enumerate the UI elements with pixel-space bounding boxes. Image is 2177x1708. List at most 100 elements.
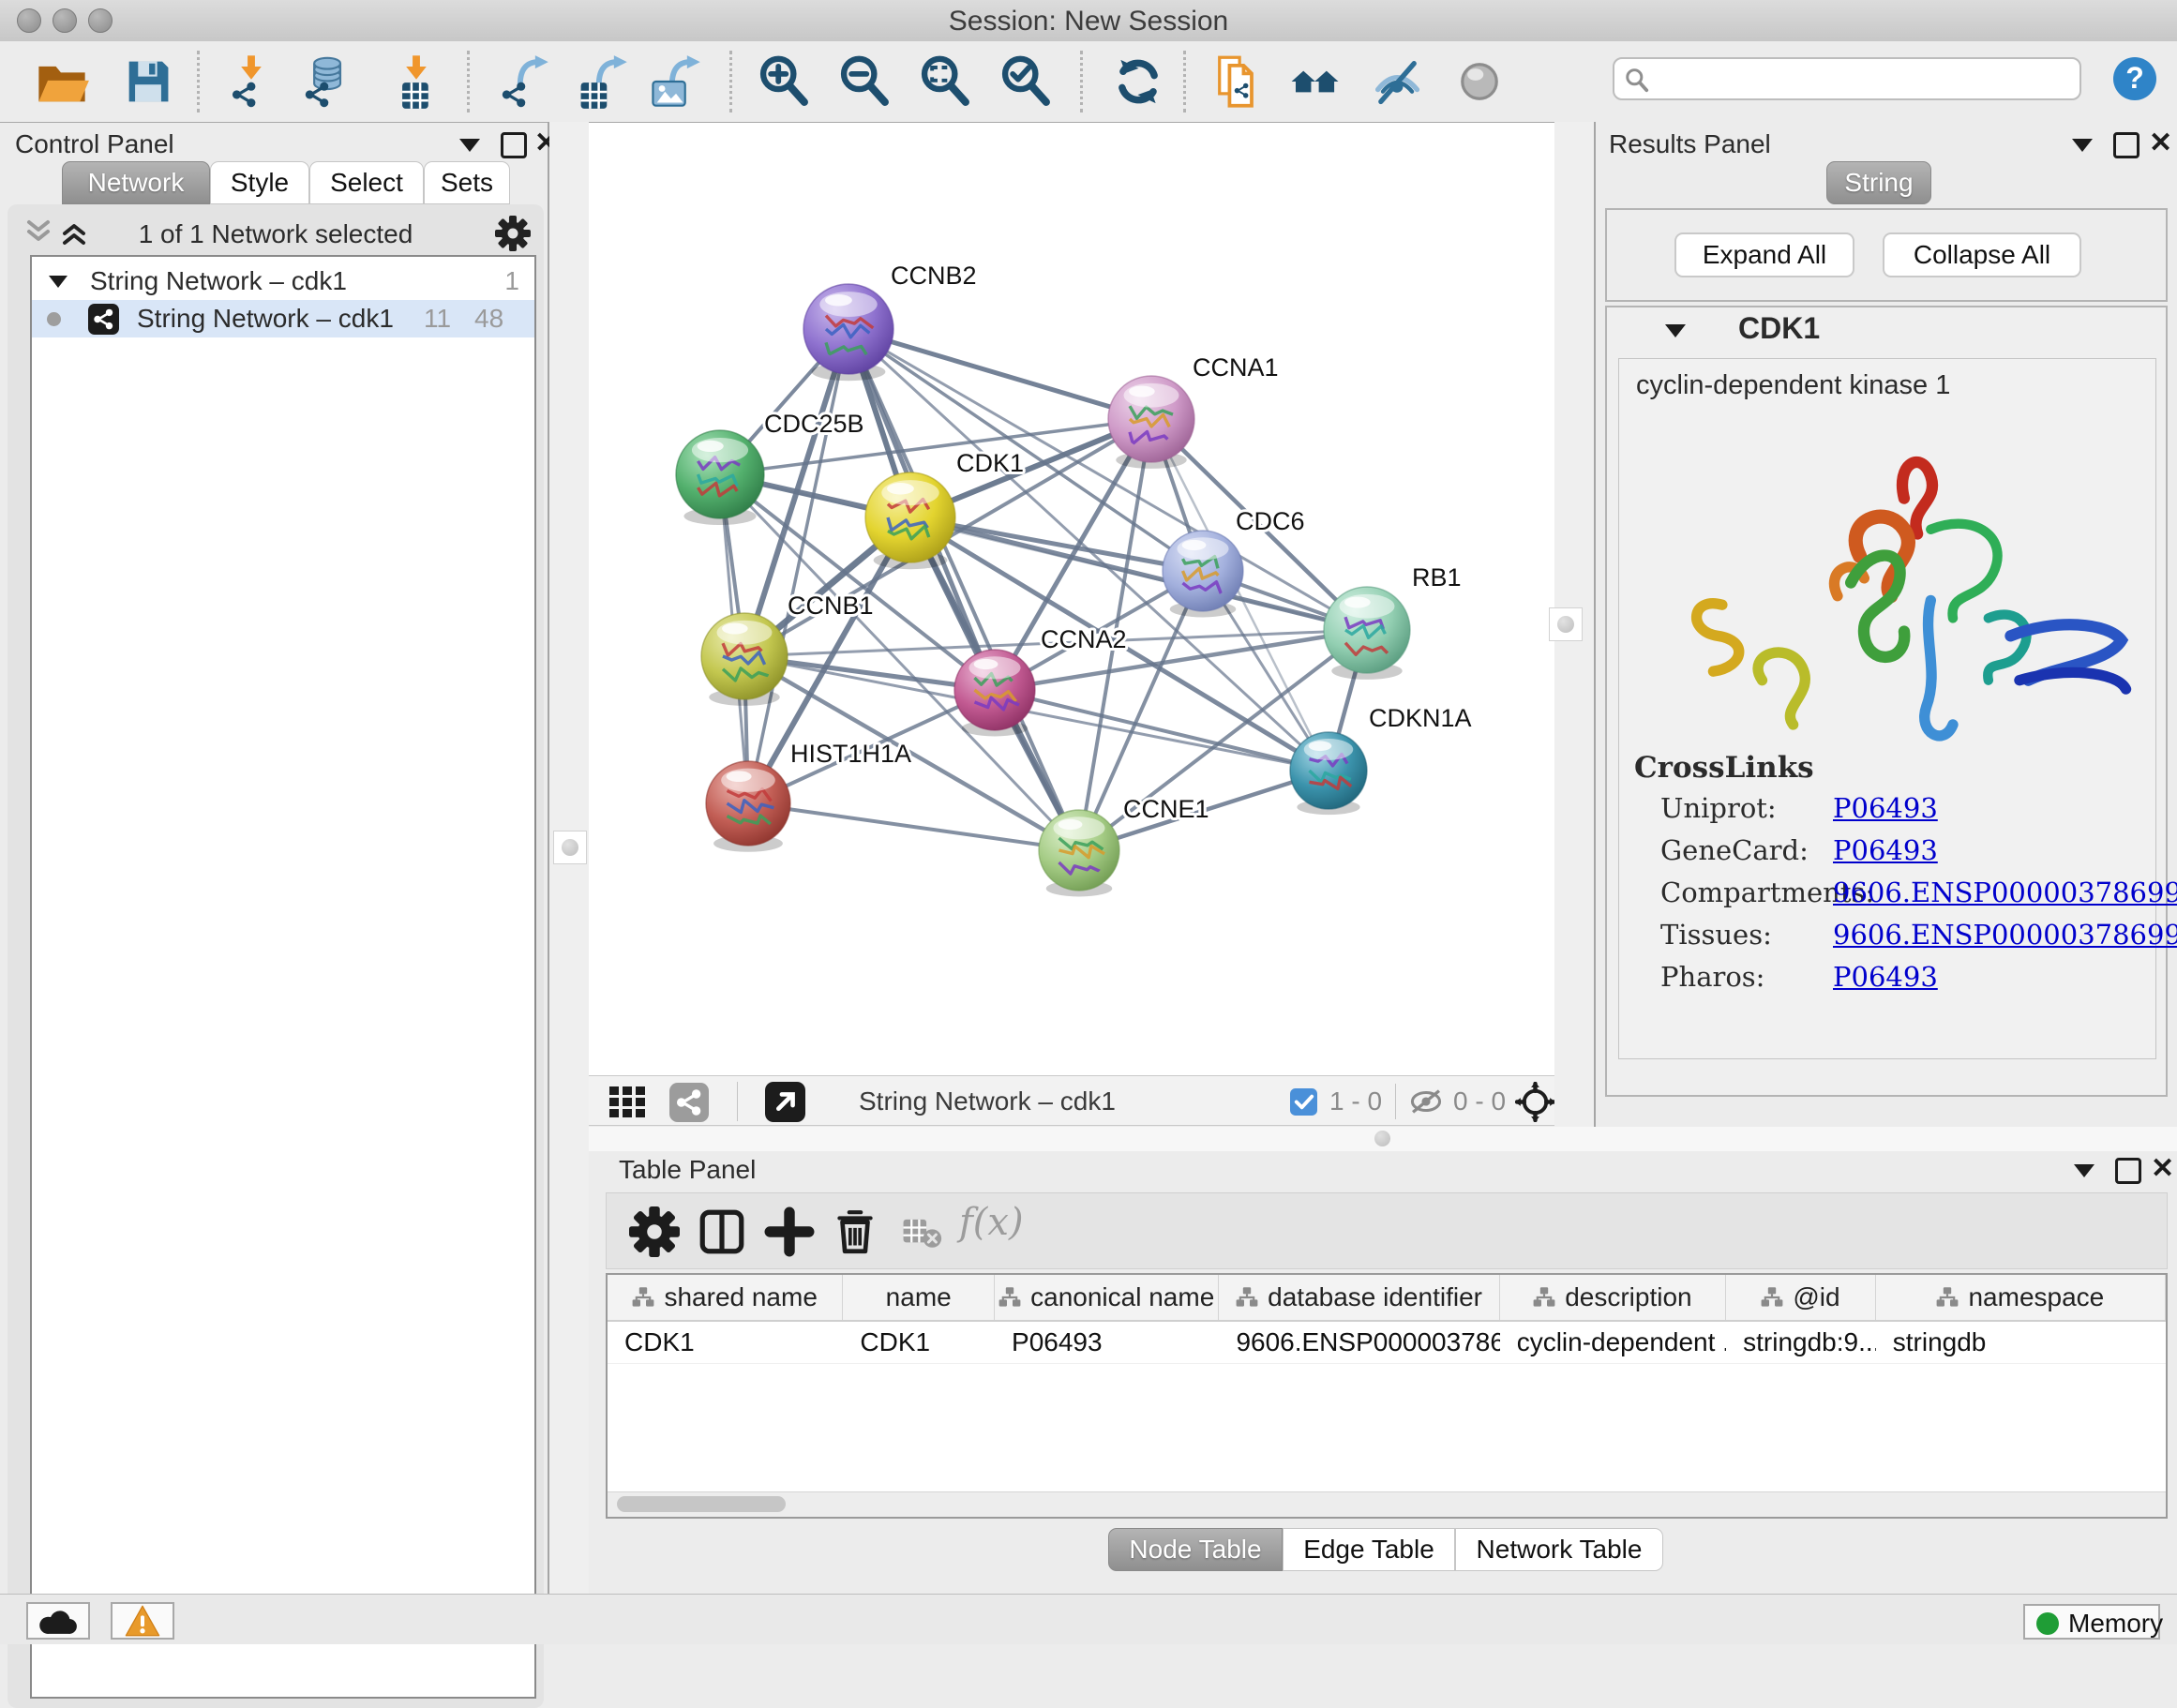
delete-column-trash-icon[interactable] <box>830 1206 880 1257</box>
table-cell[interactable]: stringdb <box>1876 1322 2166 1363</box>
left-splitter-handle[interactable] <box>553 831 587 864</box>
tab-select[interactable]: Select <box>309 161 424 204</box>
expand-all-button[interactable]: Expand All <box>1674 232 1854 277</box>
column-header-name[interactable]: name <box>843 1275 995 1320</box>
search-input[interactable] <box>1613 57 2081 100</box>
results-panel-close-icon[interactable]: ✕ <box>2149 131 2172 156</box>
protein-section-collapse-caret[interactable] <box>1665 324 1686 337</box>
control-panel-float-icon[interactable] <box>501 132 527 158</box>
crosslink-link[interactable]: 9606.ENSP00000378699 <box>1833 876 2177 908</box>
network-node-CCNB1[interactable]: CCNB1 <box>701 592 874 706</box>
column-header-description[interactable]: description <box>1500 1275 1726 1320</box>
zoom-in-icon[interactable] <box>756 53 812 110</box>
zoom-selected-icon[interactable] <box>998 53 1054 110</box>
network-row-selected[interactable]: String Network – cdk1 11 48 <box>32 300 534 337</box>
open-in-window-icon[interactable] <box>765 1082 805 1122</box>
protein-structure-image <box>1638 413 2135 770</box>
scrollbar-thumb[interactable] <box>617 1496 786 1512</box>
crosslink-link[interactable]: P06493 <box>1833 792 1938 824</box>
results-panel-collapse-icon[interactable] <box>2072 139 2093 152</box>
network-node-CCNB2[interactable]: CCNB2 <box>803 262 977 381</box>
column-header--id[interactable]: @id <box>1726 1275 1876 1320</box>
left-panel-splitter[interactable] <box>549 122 589 1596</box>
delete-table-icon[interactable] <box>899 1206 942 1257</box>
results-panel-float-icon[interactable] <box>2113 132 2139 158</box>
selected-checkbox-icon[interactable] <box>1290 1088 1317 1116</box>
export-image-icon[interactable] <box>647 53 703 110</box>
fit-selected-crosshair-icon[interactable] <box>1515 1082 1555 1122</box>
table-cell[interactable]: CDK1 <box>608 1322 843 1363</box>
network-node-RB1[interactable]: RB1 <box>1324 563 1462 680</box>
network-share-chip-icon[interactable] <box>669 1083 709 1122</box>
tab-edge-table[interactable]: Edge Table <box>1283 1528 1455 1571</box>
tab-style[interactable]: Style <box>210 161 309 204</box>
create-column-plus-icon[interactable] <box>764 1206 815 1257</box>
table-cell[interactable]: cyclin-dependent ... <box>1500 1322 1726 1363</box>
table-row[interactable]: CDK1CDK1P064939606.ENSP00000378699cyclin… <box>608 1322 2166 1364</box>
table-cell[interactable]: P06493 <box>995 1322 1219 1363</box>
cloud-status-button[interactable] <box>26 1602 90 1640</box>
table-panel-close-icon[interactable]: ✕ <box>2151 1157 2174 1181</box>
right-splitter-handle[interactable] <box>1549 607 1583 641</box>
show-columns-icon[interactable] <box>697 1206 747 1257</box>
table-cell[interactable]: stringdb:9... <box>1726 1322 1876 1363</box>
save-session-icon[interactable] <box>120 53 176 110</box>
network-node-HIST1H1A[interactable]: HIST1H1A <box>706 740 911 852</box>
birdseye-grid-icon[interactable] <box>609 1086 653 1118</box>
tab-string[interactable]: String <box>1826 161 1931 204</box>
horizontal-splitter[interactable] <box>589 1127 2177 1151</box>
control-panel-collapse-icon[interactable] <box>459 139 480 152</box>
collection-expand-caret[interactable] <box>49 276 68 288</box>
refresh-icon[interactable] <box>1110 53 1166 110</box>
column-header-shared-name[interactable]: shared name <box>608 1275 843 1320</box>
column-header-namespace[interactable]: namespace <box>1876 1275 2166 1320</box>
tab-sets[interactable]: Sets <box>424 161 510 204</box>
network-share-icon <box>88 304 119 335</box>
import-network-from-file-icon[interactable] <box>223 53 279 110</box>
hidden-eye-slash-icon[interactable] <box>1408 1088 1444 1115</box>
network-collection-row[interactable]: String Network – cdk1 1 <box>32 262 534 300</box>
table-options-gear-icon[interactable] <box>629 1206 680 1257</box>
zoom-fit-icon[interactable] <box>917 53 973 110</box>
export-table-icon[interactable] <box>574 53 630 110</box>
preview-eye-icon[interactable] <box>1451 53 1508 110</box>
warnings-button[interactable] <box>111 1602 174 1640</box>
crosslink-link[interactable]: P06493 <box>1833 834 1938 866</box>
table-cell[interactable]: CDK1 <box>843 1322 995 1363</box>
column-header-database-identifier[interactable]: database identifier <box>1219 1275 1499 1320</box>
collapse-all-button[interactable]: Collapse All <box>1883 232 2081 277</box>
help-icon[interactable]: ? <box>2111 55 2158 102</box>
tab-network-table[interactable]: Network Table <box>1455 1528 1663 1571</box>
tab-network[interactable]: Network <box>62 161 210 204</box>
status-bar: Memory <box>0 1594 2177 1644</box>
table-panel-float-icon[interactable] <box>2115 1158 2141 1184</box>
zoom-out-icon[interactable] <box>836 53 893 110</box>
network-node-CDKN1A[interactable]: CDKN1A <box>1290 704 1472 815</box>
crosslink-link[interactable]: 9606.ENSP00000378699 <box>1833 919 2177 951</box>
toolbar-separator <box>729 51 732 112</box>
horizontal-splitter-handle[interactable] <box>1374 1131 1390 1146</box>
network-node-CCNA1[interactable]: CCNA1 <box>1108 353 1279 469</box>
copy-document-icon[interactable] <box>1209 53 1266 110</box>
table-toolbar: f(x) <box>606 1192 2168 1269</box>
svg-text:?: ? <box>2125 61 2144 95</box>
memory-button[interactable]: Memory <box>2023 1604 2160 1640</box>
network-canvas[interactable]: CCNB2CCNA1CDC25BCDK1CDC6RB1CCNB1CCNA2CDK… <box>589 123 1554 1075</box>
collection-count: 1 <box>504 262 519 300</box>
table-cell[interactable]: 9606.ENSP00000378699 <box>1219 1322 1499 1363</box>
export-network-icon[interactable] <box>495 53 551 110</box>
import-table-from-file-icon[interactable] <box>388 53 444 110</box>
crosslink-link[interactable]: P06493 <box>1833 961 1938 993</box>
table-horizontal-scrollbar[interactable] <box>608 1491 2166 1517</box>
network-node-label: CCNA2 <box>1041 625 1127 653</box>
import-network-from-database-icon[interactable] <box>298 53 354 110</box>
open-session-icon[interactable] <box>34 53 90 110</box>
function-builder-icon[interactable]: f(x) <box>959 1201 1024 1244</box>
table-panel-collapse-icon[interactable] <box>2074 1164 2094 1177</box>
network-node-CCNE1[interactable]: CCNE1 <box>1039 795 1209 896</box>
network-options-gear-icon[interactable] <box>495 216 531 251</box>
show-graphics-details-icon[interactable] <box>1369 53 1425 110</box>
first-neighbors-icon[interactable] <box>1286 53 1343 110</box>
tab-node-table[interactable]: Node Table <box>1108 1528 1283 1571</box>
column-header-canonical-name[interactable]: canonical name <box>995 1275 1219 1320</box>
